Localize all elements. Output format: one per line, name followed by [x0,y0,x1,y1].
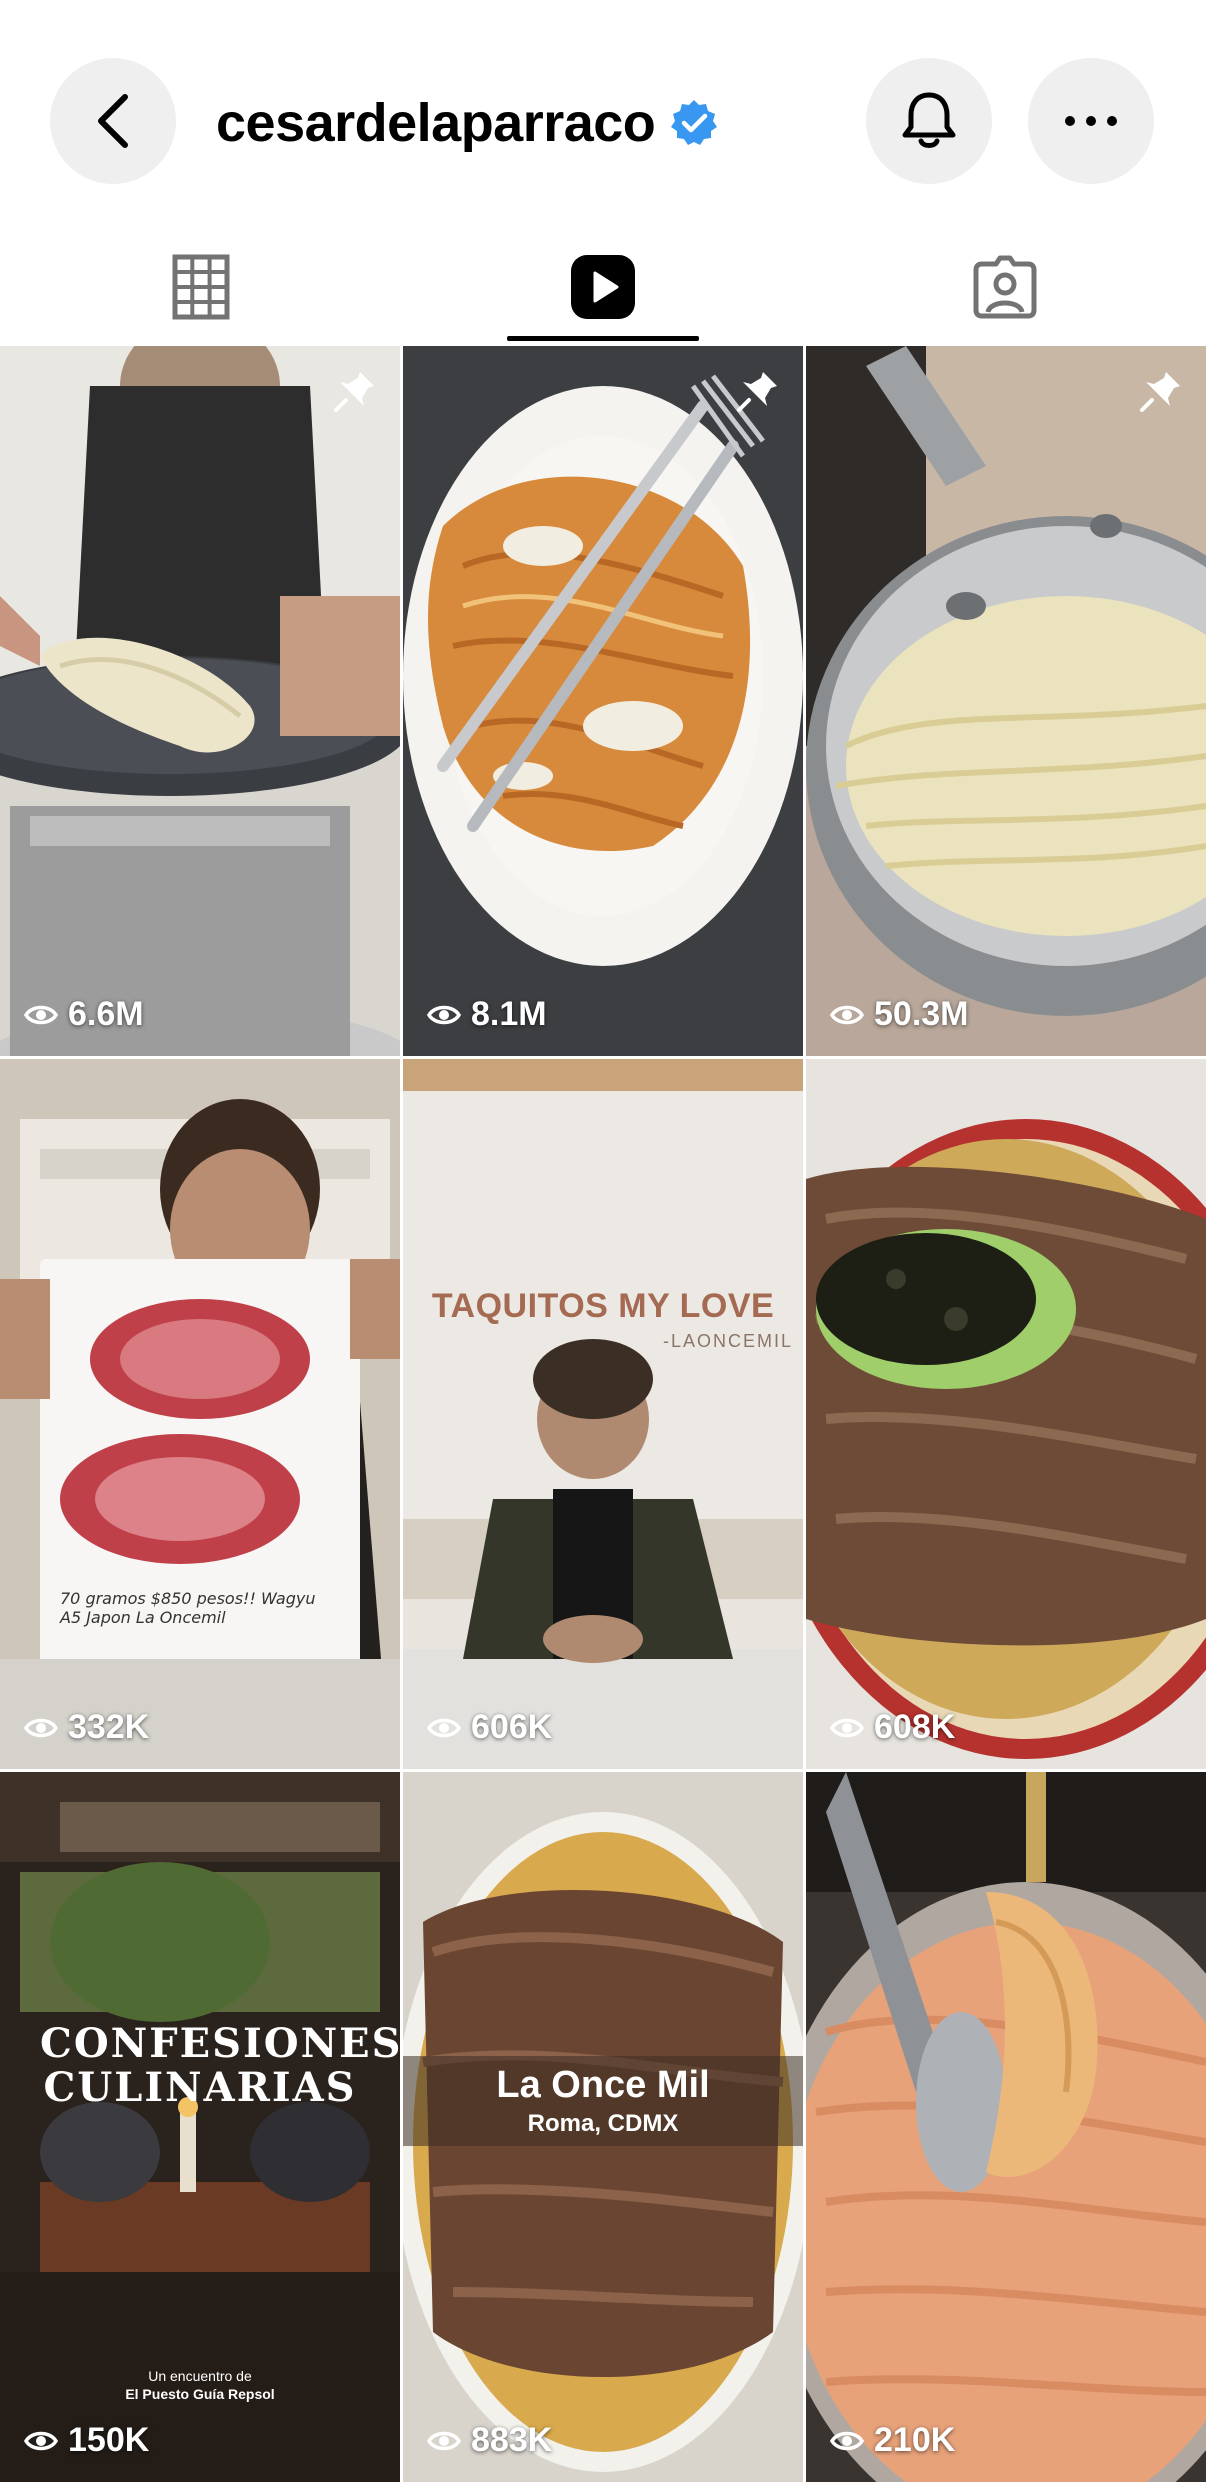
view-count: 210K [830,2421,955,2460]
reel-thumbnail [806,1059,1206,1769]
pin-icon [1140,372,1180,412]
grid-icon [172,254,230,320]
handwritten-note: 70 gramos $850 pesos!! Wagyu A5 Japon La… [60,1589,316,1627]
reel-tile[interactable]: 50.3M [806,346,1206,1056]
view-count: 608K [830,1708,955,1747]
tagged-icon [973,255,1037,319]
reel-tile[interactable]: TAQUITOS MY LOVE -LAONCEMIL 606K [403,1059,803,1769]
bell-icon [902,92,956,148]
eye-icon [24,2431,58,2450]
eye-icon [24,1718,58,1737]
verified-badge-icon [671,100,718,145]
reel-thumbnail [403,346,803,1056]
view-count: 50.3M [830,995,969,1034]
back-button[interactable] [50,58,176,184]
reel-thumbnail [0,346,400,1056]
eye-icon [830,1718,864,1737]
eye-icon [427,2431,461,2450]
active-tab-indicator [507,336,699,341]
tab-grid[interactable] [0,232,402,342]
profile-tabs [0,232,1206,342]
eye-icon [427,1718,461,1737]
username: cesardelaparraco [216,93,656,153]
overlay-line: Un encuentro de [148,2368,252,2384]
reel-tile[interactable]: 6.6M [0,346,400,1056]
view-count: 332K [24,1708,149,1747]
profile-header: cesardelaparraco [0,0,1206,220]
reel-thumbnail [806,346,1206,1056]
reel-tile[interactable]: 70 gramos $850 pesos!! Wagyu A5 Japon La… [0,1059,400,1769]
reel-tile[interactable]: 8.1M [403,346,803,1056]
pin-icon [737,372,777,412]
eye-icon [830,1005,864,1024]
overlay-title: TAQUITOS MY LOVE [431,1287,775,1325]
view-count: 606K [427,1708,552,1747]
profile-title[interactable]: cesardelaparraco [216,88,719,158]
tab-reels[interactable] [402,232,804,342]
eye-icon [830,2431,864,2450]
chevron-left-icon [98,94,128,148]
overlay-subtitle: Roma, CDMX [527,2110,679,2137]
overlay-line: El Puesto Guía Repsol [125,2386,275,2402]
reel-thumbnail [806,1772,1206,2482]
reel-thumbnail [403,1059,803,1769]
reel-tile[interactable]: CONFESIONES CULINARIAS Un encuentro de E… [0,1772,400,2482]
eye-icon [24,1005,58,1024]
pin-icon [334,372,374,412]
view-count: 8.1M [427,995,547,1034]
reel-tile[interactable]: 210K [806,1772,1206,2482]
ellipsis-icon [1065,116,1117,126]
tab-tagged[interactable] [804,232,1206,342]
more-options-button[interactable] [1028,58,1154,184]
reels-icon [571,255,635,319]
overlay-title: CONFESIONES CULINARIAS [40,2020,400,2111]
view-count: 883K [427,2421,552,2460]
view-count: 150K [24,2421,149,2460]
view-count: 6.6M [24,995,144,1034]
reel-tile[interactable]: 608K [806,1059,1206,1769]
overlay-subtitle: -LAONCEMIL [662,1331,793,1351]
eye-icon [427,1005,461,1024]
notifications-button[interactable] [866,58,992,184]
overlay-title: La Once Mil [496,2064,710,2106]
reel-thumbnail [0,1059,400,1769]
reel-tile[interactable]: La Once Mil Roma, CDMX 883K [403,1772,803,2482]
